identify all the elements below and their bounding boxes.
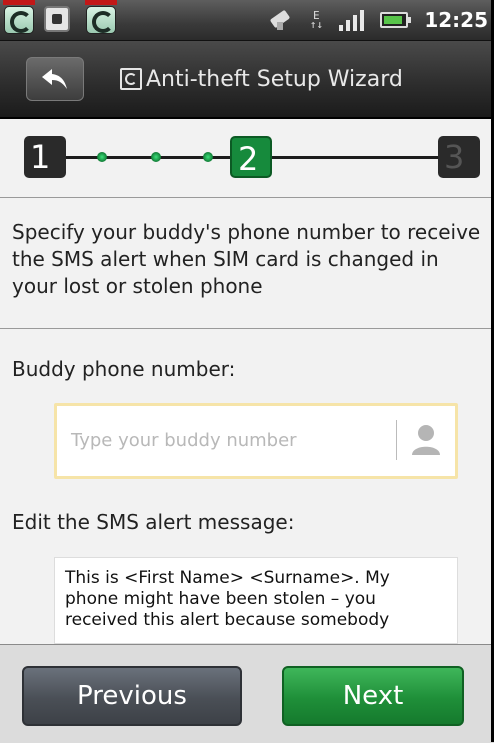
divider bbox=[0, 328, 494, 329]
sms-message-textarea[interactable]: This is <First Name> <Surname>. My phone… bbox=[54, 557, 458, 644]
instruction-text: Specify your buddy's phone number to rec… bbox=[12, 220, 481, 298]
input-separator bbox=[396, 420, 397, 460]
buddy-phone-input[interactable]: Type your buddy number bbox=[54, 403, 458, 479]
buddy-phone-placeholder: Type your buddy number bbox=[71, 430, 297, 451]
comodo-app-icon bbox=[85, 0, 117, 34]
comodo-app-icon bbox=[3, 0, 35, 34]
status-time: 12:25 bbox=[424, 8, 488, 32]
step-progress-dot bbox=[97, 152, 107, 162]
sms-message-label: Edit the SMS alert message: bbox=[12, 510, 295, 534]
satellite-icon bbox=[269, 8, 293, 32]
chip-icon bbox=[44, 6, 70, 32]
wizard-content: 1 2 3 Specify your buddy's phone number … bbox=[0, 119, 494, 644]
previous-button[interactable]: Previous bbox=[22, 666, 242, 726]
step-indicator: 1 2 3 bbox=[0, 119, 494, 197]
signal-icon bbox=[339, 9, 365, 31]
back-arrow-icon bbox=[42, 69, 67, 89]
bottom-button-bar: Previous Next bbox=[0, 644, 494, 743]
divider bbox=[0, 197, 494, 198]
title-bar: Anti-theft Setup Wizard bbox=[0, 41, 494, 119]
buddy-phone-label: Buddy phone number: bbox=[12, 357, 236, 381]
step-3: 3 bbox=[438, 136, 480, 178]
back-button[interactable] bbox=[26, 57, 84, 101]
step-connector-2-3 bbox=[272, 156, 438, 159]
data-transfer-icon: E ↑↓ bbox=[309, 9, 323, 31]
contact-person-icon[interactable] bbox=[409, 422, 443, 458]
step-1: 1 bbox=[24, 136, 66, 178]
battery-icon bbox=[380, 12, 412, 28]
step-progress-dot bbox=[151, 152, 161, 162]
step-2-current: 2 bbox=[230, 136, 272, 178]
next-button[interactable]: Next bbox=[282, 666, 464, 726]
comodo-logo-icon bbox=[120, 68, 142, 90]
step-progress-dot bbox=[203, 152, 213, 162]
page-title: Anti-theft Setup Wizard bbox=[146, 66, 403, 92]
status-bar: E ↑↓ 12:25 bbox=[0, 0, 494, 41]
